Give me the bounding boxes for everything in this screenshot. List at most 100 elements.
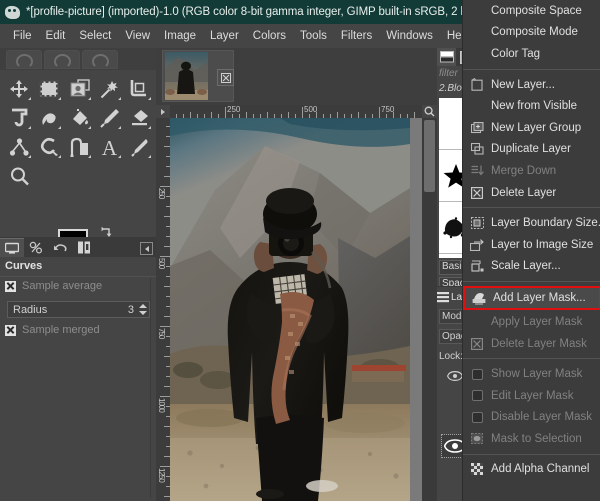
radius-label: Radius <box>13 303 48 316</box>
menu-item-new-layer[interactable]: New Layer... <box>463 74 600 96</box>
sample-merged-label: Sample merged <box>22 324 100 336</box>
menu-item-label: New Layer... <box>491 78 555 91</box>
crop-tool[interactable] <box>124 74 154 103</box>
sample-average-checkbox[interactable] <box>5 280 16 292</box>
tab-device-status[interactable] <box>24 238 48 257</box>
menu-item-add-alpha-channel[interactable]: Add Alpha Channel <box>463 459 600 481</box>
move-tool[interactable] <box>4 74 34 103</box>
fuzzy-select-tool[interactable] <box>64 74 94 103</box>
menu-image[interactable]: Image <box>157 28 203 44</box>
menu-item-composite-space[interactable]: Composite Space <box>463 0 600 22</box>
checkbox-icon <box>470 389 484 403</box>
eraser-tool[interactable] <box>124 103 154 132</box>
menu-item-label: New Layer Group <box>491 121 582 134</box>
menu-item-apply-layer-mask: Apply Layer Mask <box>463 311 600 333</box>
rectangle-select-tool[interactable] <box>34 74 64 103</box>
menu-item-composite-mode[interactable]: Composite Mode <box>463 22 600 44</box>
bucket-fill-tool[interactable] <box>64 103 94 132</box>
menu-item-label: New from Visible <box>491 100 578 113</box>
menu-item-label: Edit Layer Mask <box>491 389 574 402</box>
tool-options-menu-button[interactable] <box>140 242 153 255</box>
canvas-vertical-scrollbar[interactable] <box>422 118 437 501</box>
image-window: 250 500 750 250 500 750 1000 1250 <box>156 48 437 501</box>
sample-merged-checkbox[interactable] <box>5 324 16 336</box>
scrollbar-thumb[interactable] <box>424 120 435 192</box>
ruler-v-label-250: 250 <box>157 188 166 199</box>
menu-item-mask-to-selection: Mask to Selection <box>463 428 600 450</box>
menu-item-delete-layer[interactable]: Delete Layer <box>463 182 600 204</box>
menu-item-label: Layer Boundary Size... <box>491 217 600 230</box>
menu-edit[interactable]: Edit <box>39 28 73 44</box>
menu-select[interactable]: Select <box>72 28 118 44</box>
menu-item-new-from-visible[interactable]: New from Visible <box>463 95 600 117</box>
menu-filters[interactable]: Filters <box>334 28 379 44</box>
mask-to-selection-icon <box>470 432 484 446</box>
free-select-tool[interactable] <box>34 132 64 161</box>
merge-down-icon <box>470 164 484 178</box>
measure-tool[interactable] <box>64 132 94 161</box>
menu-file[interactable]: File <box>6 28 39 44</box>
menu-item-color-tag[interactable]: Color Tag <box>463 43 600 65</box>
menu-item-show-layer-mask: Show Layer Mask <box>463 363 600 385</box>
menu-separator-3 <box>463 281 600 283</box>
menu-item-duplicate-layer[interactable]: Duplicate Layer <box>463 139 600 161</box>
menu-item-label: Apply Layer Mask <box>491 315 583 328</box>
toolbox-tab-2[interactable] <box>44 50 80 69</box>
magic-wand-tool[interactable] <box>94 74 124 103</box>
color-picker-tool[interactable] <box>124 132 154 161</box>
layers-icon <box>437 291 449 302</box>
horizontal-ruler[interactable]: 250 500 750 <box>170 105 422 119</box>
menu-item-layer-boundary-size[interactable]: Layer Boundary Size... <box>463 212 600 234</box>
menu-item-scale-layer[interactable]: Scale Layer... <box>463 256 600 278</box>
paths-tool[interactable] <box>4 132 34 161</box>
sample-average-row[interactable]: Sample average <box>5 280 102 292</box>
gimp-window: *[profile-picture] (imported)-1.0 (RGB c… <box>0 0 600 501</box>
canvas[interactable] <box>170 118 422 501</box>
tab-tool-options[interactable] <box>0 238 24 257</box>
menu-item-label: Composite Mode <box>491 26 578 39</box>
menu-colors[interactable]: Colors <box>246 28 293 44</box>
smudge-tool[interactable] <box>34 103 64 132</box>
svg-text:A: A <box>101 137 117 157</box>
vertical-ruler[interactable]: 250 500 750 1000 1250 <box>156 118 171 501</box>
menu-item-label: Layer to Image Size <box>491 238 594 251</box>
menu-windows[interactable]: Windows <box>379 28 440 44</box>
close-tab-icon[interactable] <box>217 69 234 86</box>
zoom-tool[interactable] <box>4 161 34 190</box>
paintbrush-tool[interactable] <box>94 103 124 132</box>
layer-boundary-icon <box>470 216 484 230</box>
sample-merged-row[interactable]: Sample merged <box>5 324 100 336</box>
image-tab[interactable] <box>162 50 234 102</box>
tool-options-dock: Curves Sample average Radius 3 Sample me… <box>0 237 156 501</box>
tab-undo-history[interactable] <box>48 238 72 257</box>
spinner-arrows-icon[interactable] <box>137 302 148 317</box>
text-tool[interactable]: A <box>94 132 124 161</box>
menu-view[interactable]: View <box>118 28 157 44</box>
image-thumbnail <box>165 52 208 100</box>
perspective-clone-tool[interactable] <box>4 103 34 132</box>
image-tab-bar <box>156 48 437 105</box>
radius-value: 3 <box>127 303 134 316</box>
menu-item-disable-layer-mask: Disable Layer Mask <box>463 407 600 429</box>
menu-layer[interactable]: Layer <box>203 28 246 44</box>
scale-layer-icon <box>470 259 484 273</box>
menu-tools[interactable]: Tools <box>293 28 334 44</box>
zoom-image-button[interactable] <box>422 105 437 118</box>
tool-options-separator <box>0 276 156 277</box>
menu-item-layer-to-image-size[interactable]: Layer to Image Size <box>463 234 600 256</box>
layer-to-image-icon <box>470 238 484 252</box>
duplicate-layer-icon <box>470 142 484 156</box>
tab-images[interactable] <box>72 238 96 257</box>
menu-item-edit-layer-mask: Edit Layer Mask <box>463 385 600 407</box>
menu-item-new-layer-group[interactable]: New Layer Group <box>463 117 600 139</box>
toolbox-tab-3[interactable] <box>82 50 118 69</box>
ruler-origin-button[interactable] <box>156 105 170 118</box>
sample-average-label: Sample average <box>22 280 103 292</box>
menu-separator-5 <box>463 453 600 455</box>
alpha-channel-icon <box>470 462 484 476</box>
toolbox-tab-1[interactable] <box>6 50 42 69</box>
radius-spinner[interactable]: Radius 3 <box>7 301 150 318</box>
tab-brushes[interactable] <box>437 48 456 66</box>
brush-filter-label[interactable]: filter <box>439 68 458 79</box>
menu-item-label: Delete Layer <box>491 186 557 199</box>
